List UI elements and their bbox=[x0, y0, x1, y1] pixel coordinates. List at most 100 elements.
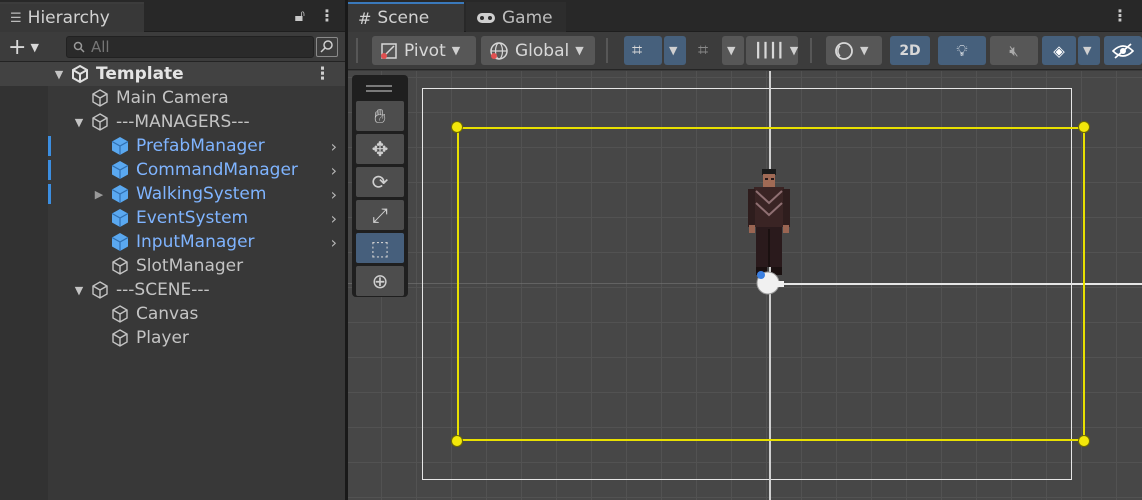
item-label: Main Camera bbox=[116, 88, 229, 108]
hierarchy-tree: ▼ Template ⋮ Main Camera ▼ ---MANAGERS--… bbox=[0, 62, 345, 350]
chevron-right-icon[interactable]: › bbox=[331, 233, 337, 252]
override-indicator bbox=[48, 136, 51, 156]
visibility-toggle[interactable] bbox=[1104, 36, 1142, 65]
tab-game[interactable]: Game bbox=[466, 2, 566, 32]
list-item-event-system[interactable]: EventSystem › bbox=[0, 206, 345, 230]
list-item-player[interactable]: Player bbox=[0, 326, 345, 350]
prefab-icon bbox=[111, 137, 129, 155]
hierarchy-toolbar: + ▼ bbox=[0, 32, 345, 62]
list-item-scene-group[interactable]: ▼ ---SCENE--- bbox=[0, 278, 345, 302]
tab-hierarchy-label: Hierarchy bbox=[27, 8, 110, 28]
tool-palette: ✋︎ ✥ ⟳ ⤢ ⬚ ⊕ bbox=[352, 75, 408, 297]
eye-slash-icon bbox=[1112, 42, 1134, 59]
list-item-main-camera[interactable]: Main Camera bbox=[0, 86, 345, 110]
hand-icon: ✋︎ bbox=[374, 104, 386, 128]
search-options-button[interactable] bbox=[316, 37, 338, 57]
list-icon: ☰ bbox=[10, 10, 22, 26]
list-item-managers[interactable]: ▼ ---MANAGERS--- bbox=[0, 110, 345, 134]
list-item-walking-system[interactable]: ▶ WalkingSystem › bbox=[0, 182, 345, 206]
more-options-icon[interactable]: ⋮ bbox=[1112, 6, 1128, 25]
pivot-gizmo-icon[interactable] bbox=[754, 269, 786, 297]
global-dropdown[interactable]: Global ▼ bbox=[481, 36, 595, 65]
increment-snap-toggle[interactable]: ⌗ bbox=[690, 36, 720, 65]
globe-icon bbox=[490, 41, 508, 60]
chevron-right-icon[interactable]: › bbox=[331, 137, 337, 156]
scene-panel: # Scene Game ⋮ Pivot ▼ Global ▼ ⌗ ▼ ⌗ ▼ … bbox=[348, 0, 1142, 500]
item-label: ---MANAGERS--- bbox=[116, 112, 250, 132]
mute-icon: 🔇︎ bbox=[1009, 41, 1019, 60]
list-item-command-manager[interactable]: CommandManager › bbox=[0, 158, 345, 182]
rect-tool-button[interactable]: ⬚ bbox=[356, 233, 404, 263]
item-label: SlotManager bbox=[136, 256, 244, 276]
chevron-down-icon: ▼ bbox=[575, 44, 584, 57]
list-item-input-manager[interactable]: InputManager › bbox=[0, 230, 345, 254]
tab-game-label: Game bbox=[502, 8, 553, 28]
rotate-icon: ⟳ bbox=[371, 170, 389, 194]
list-item-canvas[interactable]: Canvas bbox=[0, 302, 345, 326]
shading-mode-dropdown[interactable]: ▼ bbox=[826, 36, 882, 65]
chevron-down-icon: ▼ bbox=[789, 44, 799, 57]
list-item-slot-manager[interactable]: SlotManager bbox=[0, 254, 345, 278]
more-options-icon[interactable]: ⋮ bbox=[319, 6, 335, 26]
plus-icon: + bbox=[8, 35, 27, 60]
audio-toggle[interactable]: 🔇︎ bbox=[990, 36, 1038, 65]
tab-hierarchy[interactable]: ☰ Hierarchy bbox=[0, 2, 144, 32]
chevron-down-icon: ▼ bbox=[860, 44, 869, 57]
mode-2d-toggle[interactable]: 2D bbox=[890, 36, 930, 65]
tab-scene[interactable]: # Scene bbox=[348, 2, 464, 32]
search-input[interactable] bbox=[91, 38, 291, 56]
item-label: EventSystem bbox=[136, 208, 249, 228]
effects-dropdown[interactable]: ▼ bbox=[1078, 36, 1100, 65]
player-sprite[interactable] bbox=[744, 169, 794, 279]
transform-icon: ⊕ bbox=[371, 269, 389, 293]
scene-name: Template bbox=[96, 64, 184, 84]
chevron-right-icon[interactable]: › bbox=[331, 209, 337, 228]
override-indicator bbox=[48, 184, 51, 204]
scene-row-template[interactable]: ▼ Template ⋮ bbox=[0, 62, 345, 86]
rect-handle-top-left[interactable] bbox=[451, 121, 463, 133]
layers-icon: ◈ bbox=[1053, 41, 1065, 60]
grid-snapping-dropdown[interactable]: ▼ bbox=[664, 36, 686, 65]
gameobject-icon bbox=[112, 257, 128, 275]
pivot-dropdown[interactable]: Pivot ▼ bbox=[372, 36, 476, 65]
expand-arrow-icon[interactable]: ▼ bbox=[52, 68, 66, 81]
gameobject-icon bbox=[92, 113, 108, 131]
lighting-toggle[interactable]: 💡︎ bbox=[938, 36, 986, 65]
move-arrows-icon: ✥ bbox=[371, 137, 389, 161]
create-button[interactable]: + ▼ bbox=[8, 35, 39, 60]
rect-handle-bottom-left[interactable] bbox=[451, 435, 463, 447]
rect-handle-bottom-right[interactable] bbox=[1078, 435, 1090, 447]
increment-snap-dropdown[interactable]: ▼ bbox=[722, 36, 744, 65]
hand-tool-button[interactable]: ✋︎ bbox=[356, 101, 404, 131]
scene-menu-icon[interactable]: ⋮ bbox=[314, 64, 331, 84]
pivot-label: Pivot bbox=[404, 40, 446, 61]
rect-handle-top-right[interactable] bbox=[1078, 121, 1090, 133]
chevron-right-icon[interactable]: › bbox=[331, 185, 337, 204]
expand-arrow-icon[interactable]: ▼ bbox=[72, 284, 86, 297]
scene-tabbar: # Scene Game ⋮ bbox=[348, 0, 1142, 32]
lock-icon[interactable]: 🔓︎ bbox=[295, 6, 305, 26]
transform-tool-button[interactable]: ⊕ bbox=[356, 266, 404, 296]
palette-grip[interactable] bbox=[366, 85, 392, 92]
grid-snapping-toggle[interactable]: ⌗ bbox=[624, 36, 662, 65]
effects-toggle[interactable]: ◈ bbox=[1042, 36, 1076, 65]
list-item-prefab-manager[interactable]: PrefabManager › bbox=[0, 134, 345, 158]
item-label: PrefabManager bbox=[136, 136, 265, 156]
ruler-dropdown[interactable]: ┃┃┃┃ ▼ bbox=[746, 36, 798, 65]
scale-tool-button[interactable]: ⤢ bbox=[356, 200, 404, 230]
lightbulb-icon: 💡︎ bbox=[956, 40, 968, 60]
expand-arrow-icon[interactable]: ▼ bbox=[72, 116, 86, 129]
scene-viewport[interactable]: ✋︎ ✥ ⟳ ⤢ ⬚ ⊕ bbox=[348, 71, 1142, 500]
ruler-icon: ┃┃┃┃ bbox=[754, 42, 785, 59]
chevron-down-icon: ▼ bbox=[669, 44, 678, 57]
chevron-right-icon[interactable]: › bbox=[331, 161, 337, 180]
rotate-tool-button[interactable]: ⟳ bbox=[356, 167, 404, 197]
mode-2d-label: 2D bbox=[899, 42, 921, 59]
move-tool-button[interactable]: ✥ bbox=[356, 134, 404, 164]
expand-arrow-icon[interactable]: ▶ bbox=[92, 188, 106, 201]
search-field[interactable] bbox=[66, 36, 314, 58]
item-label: InputManager bbox=[136, 232, 255, 252]
gameobject-icon bbox=[92, 281, 108, 299]
prefab-icon bbox=[111, 161, 129, 179]
prefab-icon bbox=[111, 209, 129, 227]
